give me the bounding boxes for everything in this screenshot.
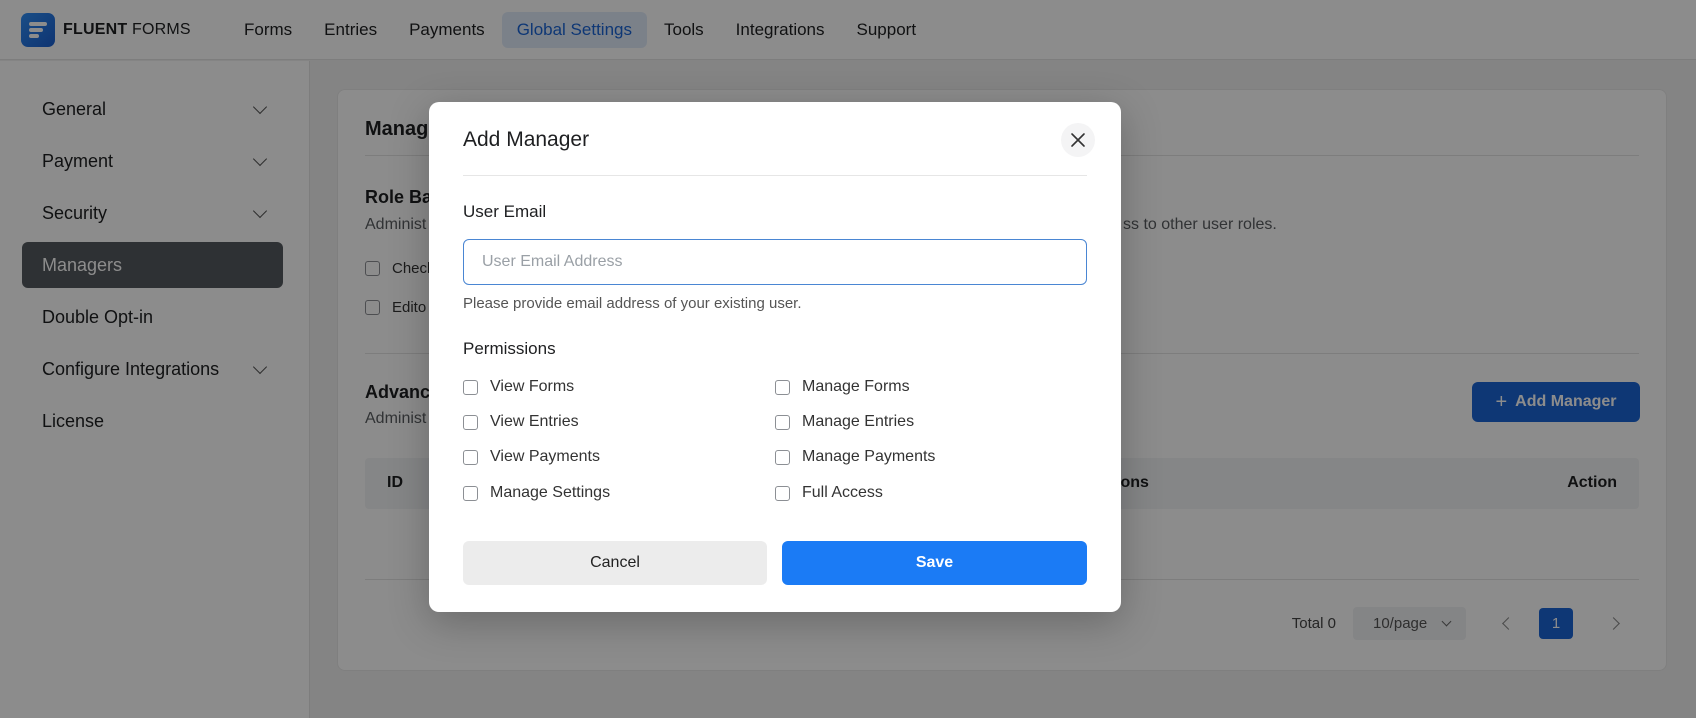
permission-full-access[interactable]: Full Access [775, 484, 883, 502]
dialog-title: Add Manager [463, 128, 590, 151]
close-icon [1071, 133, 1085, 147]
permission-label: Manage Settings [490, 484, 611, 501]
permission-manage-entries[interactable]: Manage Entries [775, 413, 914, 431]
permissions-label: Permissions [463, 339, 556, 358]
permission-checkbox[interactable] [775, 414, 790, 430]
permission-checkbox[interactable] [463, 379, 478, 395]
permission-checkbox[interactable] [775, 485, 790, 501]
add-manager-dialog: Add Manager User Email Please provide em… [429, 102, 1121, 612]
permission-label: Manage Forms [802, 378, 910, 395]
permission-checkbox[interactable] [775, 379, 790, 395]
save-button[interactable]: Save [782, 541, 1087, 585]
user-email-input[interactable] [463, 239, 1087, 285]
cancel-button[interactable]: Cancel [463, 541, 767, 585]
permission-label: Full Access [802, 484, 883, 501]
email-help-text: Please provide email address of your exi… [463, 295, 802, 312]
permission-label: Manage Payments [802, 448, 936, 465]
permission-checkbox[interactable] [463, 449, 478, 465]
permission-label: View Forms [490, 378, 575, 395]
close-button[interactable] [1061, 123, 1095, 157]
permission-manage-settings[interactable]: Manage Settings [463, 484, 610, 502]
permission-label: View Payments [490, 448, 600, 465]
permission-checkbox[interactable] [463, 485, 478, 501]
permission-label: Manage Entries [802, 413, 915, 430]
permission-view-entries[interactable]: View Entries [463, 413, 579, 431]
permission-view-forms[interactable]: View Forms [463, 378, 574, 396]
permission-view-payments[interactable]: View Payments [463, 448, 600, 466]
permission-checkbox[interactable] [775, 449, 790, 465]
divider [463, 175, 1087, 176]
permission-checkbox[interactable] [463, 414, 478, 430]
email-label: User Email [463, 202, 547, 221]
permission-manage-payments[interactable]: Manage Payments [775, 448, 935, 466]
permission-label: View Entries [490, 413, 579, 430]
permission-manage-forms[interactable]: Manage Forms [775, 378, 910, 396]
